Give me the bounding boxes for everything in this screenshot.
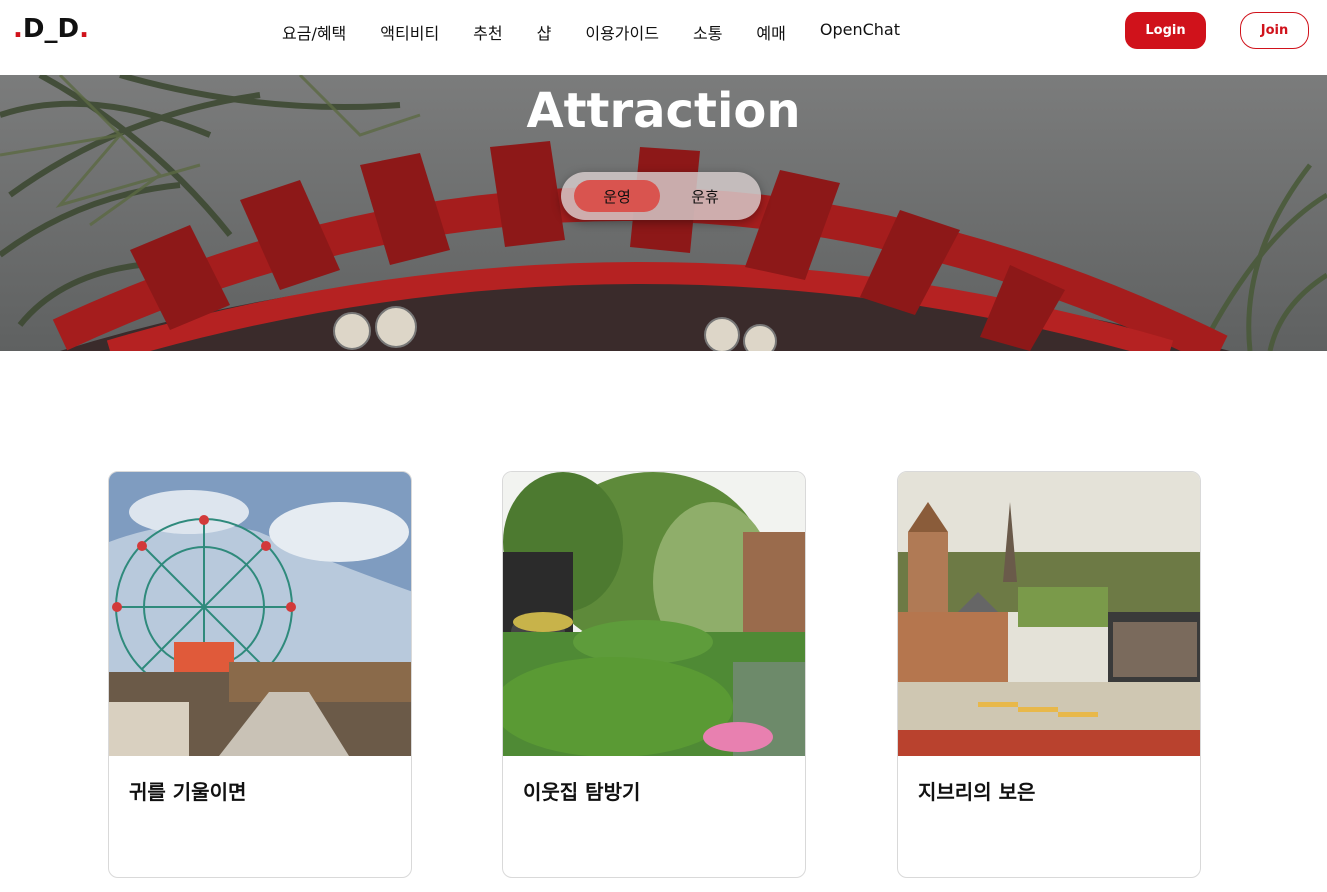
attraction-card[interactable]: 지브리의 보은 — [897, 471, 1201, 878]
attraction-card[interactable]: 귀를 기울이면 — [108, 471, 412, 878]
toggle-operating[interactable]: 운영 — [574, 180, 660, 212]
card-title: 지브리의 보은 — [918, 780, 1036, 804]
nav-item-guide[interactable]: 이용가이드 — [585, 20, 659, 44]
card-title: 귀를 기울이면 — [129, 780, 247, 804]
hero-banner: Attraction 운영 운휴 — [0, 75, 1327, 351]
toggle-closed[interactable]: 운휴 — [662, 180, 748, 212]
logo[interactable]: .D_D. — [13, 14, 89, 44]
card-title: 이웃집 탐방기 — [523, 780, 641, 804]
ferris-wheel-photo — [109, 472, 411, 756]
main-nav: 요금/혜택 액티비티 추천 샵 이용가이드 소통 예매 OpenChat — [282, 20, 900, 44]
nav-item-booking[interactable]: 예매 — [756, 20, 785, 44]
nav-item-recommend[interactable]: 추천 — [473, 20, 502, 44]
nav-item-pricing[interactable]: 요금/혜택 — [282, 20, 346, 44]
nav-item-openchat[interactable]: OpenChat — [820, 20, 900, 44]
nav-item-activity[interactable]: 액티비티 — [380, 20, 439, 44]
page-title: Attraction — [526, 83, 801, 139]
miniature-town-photo — [898, 472, 1200, 756]
nav-item-community[interactable]: 소통 — [693, 20, 722, 44]
nav-item-shop[interactable]: 샵 — [537, 20, 552, 44]
status-toggle: 운영 운휴 — [561, 172, 761, 220]
login-button[interactable]: Login — [1125, 12, 1206, 49]
garden-train-photo — [503, 472, 805, 756]
attraction-card[interactable]: 이웃집 탐방기 — [502, 471, 806, 878]
site-header: .D_D. 요금/혜택 액티비티 추천 샵 이용가이드 소통 예매 OpenCh… — [0, 0, 1327, 75]
join-button[interactable]: Join — [1240, 12, 1309, 49]
